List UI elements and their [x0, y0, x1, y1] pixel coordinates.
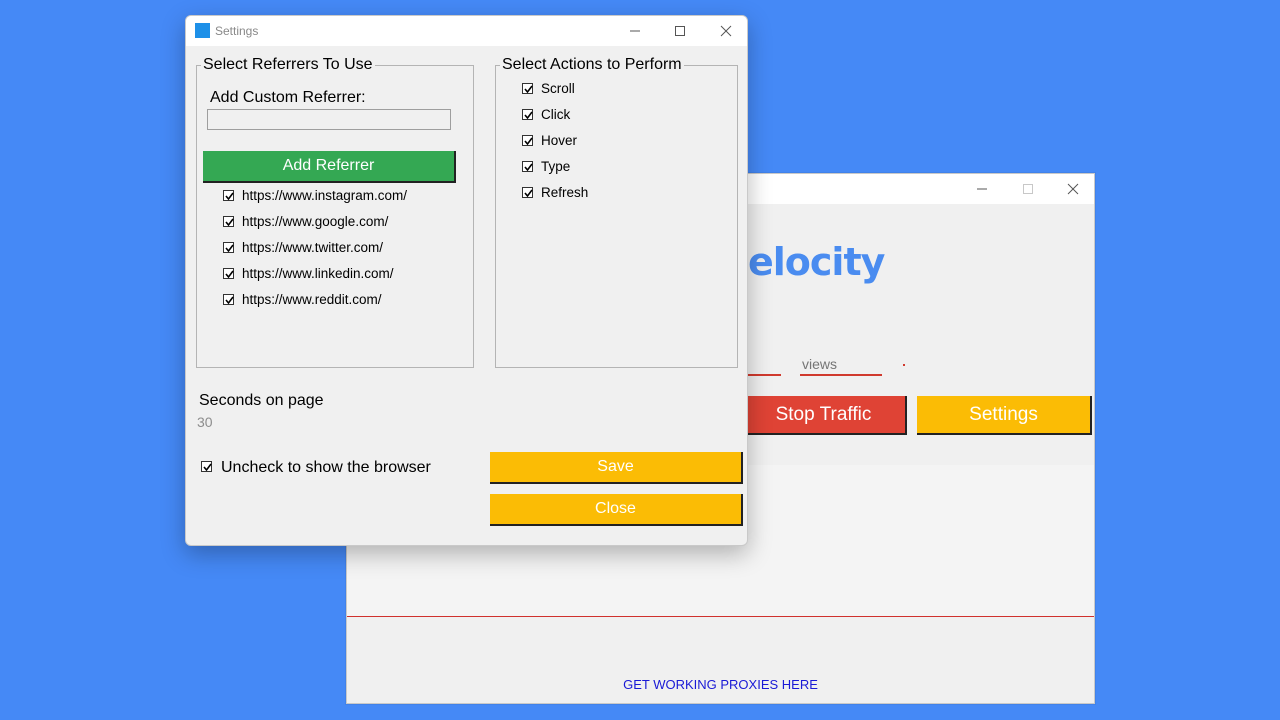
- seconds-label: Seconds on page: [199, 392, 324, 409]
- checkbox-icon[interactable]: [522, 135, 533, 146]
- add-referrer-button[interactable]: Add Referrer: [203, 151, 456, 183]
- divider-line: [347, 616, 1094, 617]
- window-title: Settings: [215, 24, 259, 38]
- minimize-icon[interactable]: [612, 16, 658, 46]
- red-marker: [903, 364, 905, 366]
- checkbox-icon[interactable]: [223, 268, 234, 279]
- action-label: Refresh: [541, 185, 589, 200]
- referrer-label: https://www.instagram.com/: [242, 188, 408, 203]
- action-label: Type: [541, 159, 571, 174]
- checkbox-icon[interactable]: [522, 187, 533, 198]
- action-label: Scroll: [541, 81, 575, 96]
- settings-dialog: Settings Select Referrers To Use Add Cus…: [185, 15, 748, 546]
- checkbox-icon[interactable]: [201, 461, 212, 472]
- app-icon: [195, 23, 210, 38]
- checkbox-icon[interactable]: [223, 190, 234, 201]
- show-browser-label: Uncheck to show the browser: [221, 459, 431, 476]
- referrer-label: https://www.google.com/: [242, 214, 389, 229]
- action-label: Click: [541, 107, 571, 122]
- app-logo-text: elocity: [748, 240, 885, 284]
- checkbox-icon[interactable]: [522, 109, 533, 120]
- action-label: Hover: [541, 133, 578, 148]
- close-button[interactable]: Close: [490, 494, 743, 526]
- maximize-icon[interactable]: [1005, 174, 1051, 204]
- referrer-label: https://www.twitter.com/: [242, 240, 384, 255]
- referrer-label: https://www.linkedin.com/: [242, 266, 394, 281]
- close-icon[interactable]: [1050, 174, 1096, 204]
- views-input[interactable]: [800, 354, 882, 376]
- settings-button[interactable]: Settings: [917, 396, 1092, 435]
- stop-traffic-button[interactable]: Stop Traffic: [742, 396, 907, 435]
- minimize-icon[interactable]: [959, 174, 1005, 204]
- custom-referrer-label: Add Custom Referrer:: [210, 89, 366, 106]
- actions-legend: Select Actions to Perform: [500, 56, 684, 74]
- custom-referrer-input[interactable]: [207, 109, 451, 130]
- referrer-label: https://www.reddit.com/: [242, 292, 382, 307]
- seconds-input[interactable]: [197, 412, 318, 432]
- save-button[interactable]: Save: [490, 452, 743, 484]
- proxies-link[interactable]: GET WORKING PROXIES HERE: [347, 677, 1094, 692]
- checkbox-icon[interactable]: [223, 294, 234, 305]
- checkbox-icon[interactable]: [223, 242, 234, 253]
- checkbox-icon[interactable]: [223, 216, 234, 227]
- settings-titlebar: Settings: [186, 16, 747, 46]
- maximize-icon[interactable]: [657, 16, 703, 46]
- checkbox-icon[interactable]: [522, 83, 533, 94]
- referrers-legend: Select Referrers To Use: [201, 56, 375, 74]
- checkbox-icon[interactable]: [522, 161, 533, 172]
- close-icon[interactable]: [703, 16, 747, 46]
